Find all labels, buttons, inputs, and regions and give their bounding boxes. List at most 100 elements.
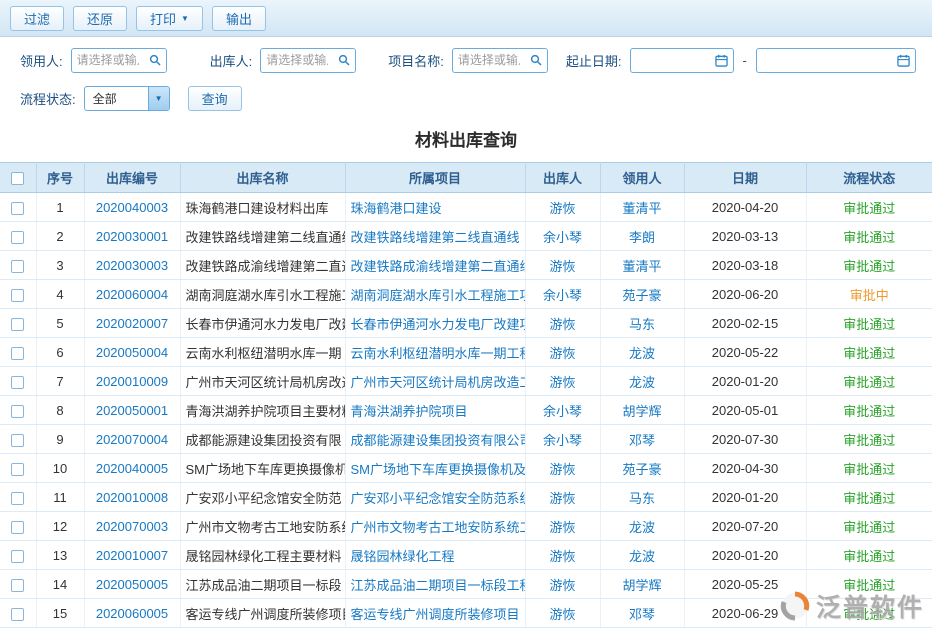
cell-project[interactable]: 广安邓小平纪念馆安全防范系统	[345, 483, 525, 512]
outbound-code-link[interactable]: 2020070003	[96, 519, 168, 534]
cell-checkbox	[0, 193, 36, 222]
cell-no: 3	[36, 251, 84, 280]
cell-name: 长春市伊通河水力发电厂改建	[180, 309, 345, 338]
cell-code: 2020040005	[84, 454, 180, 483]
cell-date: 2020-03-18	[684, 251, 806, 280]
cell-project[interactable]: 广州市文物考古工地安防系统工程	[345, 512, 525, 541]
filter-row-1: 领用人: 出库人: 项目名称: 起止日期:	[20, 41, 932, 79]
page-title: 材料出库查询	[0, 117, 932, 162]
outbound-code-link[interactable]: 2020040005	[96, 461, 168, 476]
outbound-code-link[interactable]: 2020010009	[96, 374, 168, 389]
outbound-code-link[interactable]: 2020040003	[96, 200, 168, 215]
cell-date: 2020-06-29	[684, 599, 806, 628]
cell-name: 改建铁路线增建第二线直通线	[180, 222, 345, 251]
outbound-code-link[interactable]: 2020060005	[96, 606, 168, 621]
row-checkbox[interactable]	[11, 608, 24, 621]
row-checkbox[interactable]	[11, 260, 24, 273]
search-icon[interactable]	[333, 49, 355, 72]
cell-project[interactable]: 改建铁路成渝线增建第二直通线	[345, 251, 525, 280]
project-name-label: 项目名称:	[388, 51, 444, 70]
row-checkbox[interactable]	[11, 492, 24, 505]
table-row: 52020020007长春市伊通河水力发电厂改建长春市伊通河水力发电厂改建项目游…	[0, 309, 932, 338]
row-checkbox[interactable]	[11, 347, 24, 360]
cell-date: 2020-04-20	[684, 193, 806, 222]
recipient-input[interactable]	[72, 50, 144, 71]
cell-name: 广州市天河区统计局机房改造	[180, 367, 345, 396]
row-checkbox[interactable]	[11, 550, 24, 563]
cell-status: 审批通过	[806, 309, 932, 338]
issuer-input[interactable]	[261, 50, 333, 71]
chevron-down-icon[interactable]: ▼	[148, 87, 169, 110]
search-icon[interactable]	[525, 49, 547, 72]
export-button[interactable]: 输出	[212, 6, 266, 31]
cell-project[interactable]: SM广场地下车库更换摄像机及周边	[345, 454, 525, 483]
outbound-code-link[interactable]: 2020030001	[96, 229, 168, 244]
cell-project[interactable]: 江苏成品油二期项目一标段工程	[345, 570, 525, 599]
cell-no: 11	[36, 483, 84, 512]
date-from-input[interactable]	[636, 50, 713, 71]
cell-code: 2020050001	[84, 396, 180, 425]
table-header-row: 序号 出库编号 出库名称 所属项目 出库人 领用人 日期 流程状态	[0, 163, 932, 193]
outbound-code-link[interactable]: 2020020007	[96, 316, 168, 331]
cell-checkbox	[0, 280, 36, 309]
print-button-label: 打印	[150, 9, 176, 28]
cell-date: 2020-05-01	[684, 396, 806, 425]
row-checkbox[interactable]	[11, 434, 24, 447]
outbound-code-link[interactable]: 2020050001	[96, 403, 168, 418]
cell-issuer: 游恢	[525, 454, 600, 483]
cell-issuer: 余小琴	[525, 425, 600, 454]
print-button[interactable]: 打印 ▼	[136, 6, 203, 31]
cell-name: 成都能源建设集团投资有限	[180, 425, 345, 454]
row-checkbox[interactable]	[11, 579, 24, 592]
outbound-code-link[interactable]: 2020010008	[96, 490, 168, 505]
row-checkbox[interactable]	[11, 289, 24, 302]
outbound-code-link[interactable]: 2020010007	[96, 548, 168, 563]
header-no: 序号	[36, 163, 84, 193]
outbound-code-link[interactable]: 2020070004	[96, 432, 168, 447]
header-recipient: 领用人	[600, 163, 684, 193]
status-select[interactable]: 全部 ▼	[84, 86, 170, 111]
row-checkbox[interactable]	[11, 376, 24, 389]
row-checkbox[interactable]	[11, 463, 24, 476]
calendar-icon[interactable]	[713, 49, 731, 72]
calendar-icon[interactable]	[894, 49, 913, 72]
restore-button[interactable]: 还原	[73, 6, 127, 31]
cell-recipient: 苑子豪	[600, 454, 684, 483]
cell-no: 7	[36, 367, 84, 396]
cell-project[interactable]: 湖南洞庭湖水库引水工程施工项目	[345, 280, 525, 309]
outbound-code-link[interactable]: 2020030003	[96, 258, 168, 273]
project-picker	[452, 48, 548, 73]
date-to-input[interactable]	[762, 50, 894, 71]
cell-project[interactable]: 云南水利枢纽潜明水库一期工程	[345, 338, 525, 367]
cell-checkbox	[0, 599, 36, 628]
cell-project[interactable]: 青海洪湖养护院项目	[345, 396, 525, 425]
chevron-down-icon: ▼	[181, 14, 189, 23]
table-row: 122020070003广州市文物考古工地安防系统广州市文物考古工地安防系统工程…	[0, 512, 932, 541]
outbound-code-link[interactable]: 2020060004	[96, 287, 168, 302]
cell-project[interactable]: 改建铁路线增建第二线直通线	[345, 222, 525, 251]
cell-project[interactable]: 晟铭园林绿化工程	[345, 541, 525, 570]
cell-project[interactable]: 长春市伊通河水力发电厂改建项目	[345, 309, 525, 338]
cell-checkbox	[0, 251, 36, 280]
query-button[interactable]: 查询	[188, 86, 242, 111]
row-checkbox[interactable]	[11, 202, 24, 215]
search-icon[interactable]	[144, 49, 166, 72]
cell-project[interactable]: 珠海鹤港口建设	[345, 193, 525, 222]
table-row: 72020010009广州市天河区统计局机房改造广州市天河区统计局机房改造工程游…	[0, 367, 932, 396]
cell-name: 晟铭园林绿化工程主要材料	[180, 541, 345, 570]
select-all-checkbox[interactable]	[11, 172, 24, 185]
outbound-code-link[interactable]: 2020050004	[96, 345, 168, 360]
cell-status: 审批通过	[806, 425, 932, 454]
row-checkbox[interactable]	[11, 405, 24, 418]
row-checkbox[interactable]	[11, 231, 24, 244]
cell-project[interactable]: 广州市天河区统计局机房改造工程	[345, 367, 525, 396]
cell-no: 12	[36, 512, 84, 541]
filter-button[interactable]: 过滤	[10, 6, 64, 31]
issuer-label: 出库人:	[210, 51, 253, 70]
project-input[interactable]	[453, 50, 525, 71]
cell-project[interactable]: 客运专线广州调度所装修项目	[345, 599, 525, 628]
row-checkbox[interactable]	[11, 521, 24, 534]
cell-project[interactable]: 成都能源建设集团投资有限公司	[345, 425, 525, 454]
outbound-code-link[interactable]: 2020050005	[96, 577, 168, 592]
row-checkbox[interactable]	[11, 318, 24, 331]
